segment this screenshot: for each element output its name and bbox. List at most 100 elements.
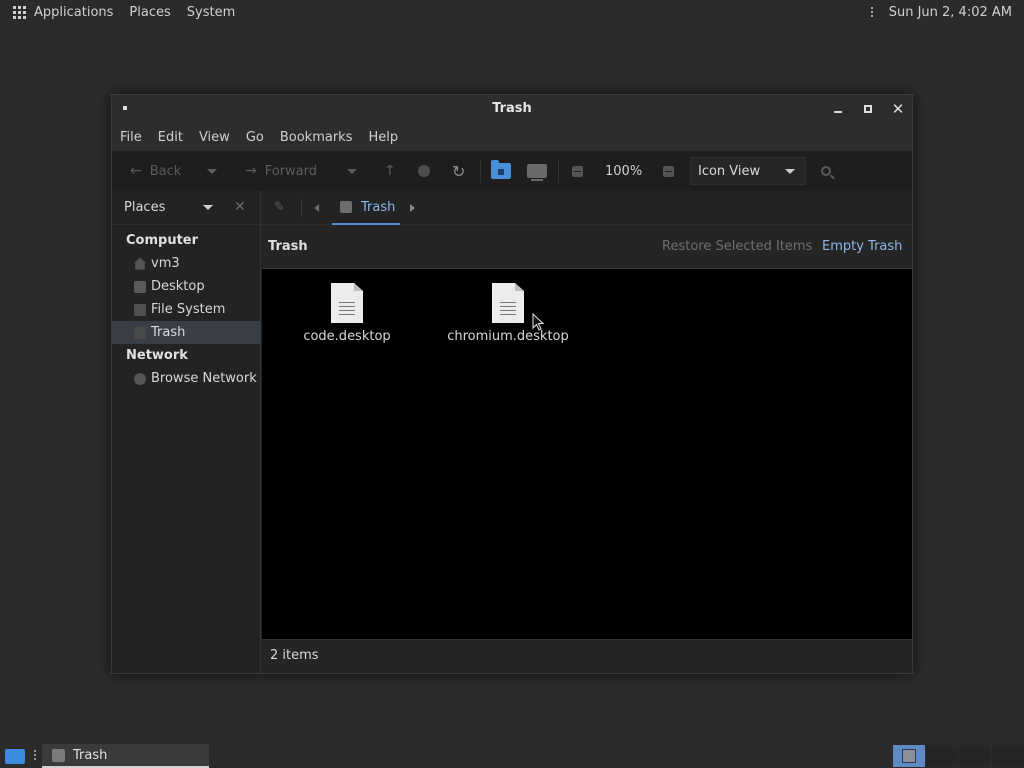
maximize-button[interactable] [858,99,878,119]
show-desktop-button[interactable] [5,749,25,764]
home-folder-icon [491,160,511,179]
menu-edit[interactable]: Edit [158,130,183,145]
text-file-icon [492,283,524,323]
places-label: Places [124,200,166,215]
minimize-icon [834,111,842,113]
system-menu[interactable]: System [187,5,235,20]
forward-button[interactable]: → Forward [245,151,317,191]
sidebar-item-trash[interactable]: Trash [112,321,260,344]
text-file-icon [331,283,363,323]
menu-help[interactable]: Help [368,130,398,145]
stop-icon [418,165,430,177]
chevron-left-icon[interactable] [314,204,319,212]
item-count: 2 items [270,648,319,663]
pencil-icon[interactable]: ✎ [274,200,288,215]
clock[interactable]: Sun Jun 2, 4:02 AM [889,5,1012,20]
back-button[interactable]: ← Back [130,151,181,191]
taskbar-handle-icon[interactable] [34,750,36,760]
home-button[interactable] [491,151,511,191]
chevron-down-icon [785,169,795,174]
pathbar: ✎ Trash [262,191,912,225]
status-bar: 2 items [262,639,912,671]
forward-label: Forward [264,163,318,179]
chevron-right-icon[interactable] [410,204,415,212]
restore-selected-button[interactable]: Restore Selected Items [662,239,812,254]
menu-bookmarks[interactable]: Bookmarks [280,130,353,145]
app-grid-icon [13,5,26,19]
zoom-level: 100% [605,163,643,179]
file-item[interactable]: chromium.desktop [443,283,573,344]
file-manager-window: Trash ✕ File Edit View Go Bookmarks Help… [111,94,913,674]
close-icon: ✕ [891,100,905,118]
breadcrumb-trash[interactable]: Trash [332,191,400,225]
computer-button[interactable] [527,151,547,191]
breadcrumb-label: Trash [361,199,396,215]
applications-menu[interactable]: Applications [13,5,129,20]
view-mode-value: Icon View [698,163,761,179]
zoom-in-button[interactable] [663,151,674,191]
minimize-button[interactable] [828,99,848,119]
menu-view[interactable]: View [199,130,230,145]
file-view[interactable]: code.desktop chromium.desktop [262,269,912,641]
menubar: File Edit View Go Bookmarks Help [112,123,912,151]
sidebar-item-label: Trash [151,325,186,340]
sidebar: Places ✕ Computer vm3 Desktop File Syste… [112,191,261,673]
top-panel: Applications Places System Sun Jun 2, 4:… [0,0,1024,24]
view-mode-select[interactable]: Icon View [690,157,806,185]
window-body: Places ✕ Computer vm3 Desktop File Syste… [112,191,912,673]
network-icon [134,372,146,385]
menu-file[interactable]: File [120,130,142,145]
workspace-window-thumb [902,749,916,763]
close-sidebar-icon[interactable]: ✕ [234,199,246,215]
up-button[interactable]: ↑ [384,151,396,191]
chevron-down-icon [347,168,357,174]
sidebar-item-vm3[interactable]: vm3 [112,252,260,275]
stop-button[interactable] [418,151,430,191]
sidebar-item-label: vm3 [151,256,180,271]
sidebar-item-file-system[interactable]: File System [112,298,260,321]
sidebar-item-browse-network[interactable]: Browse Network [112,367,260,390]
sidebar-heading-computer: Computer [126,233,199,248]
trash-bar-title: Trash [268,239,308,254]
forward-arrow-icon: → [245,163,257,179]
main-pane: ✎ Trash Trash Restore Selected Items Emp… [262,191,912,673]
trash-icon [134,326,146,339]
back-history-dropdown[interactable] [207,151,217,191]
zoom-out-button[interactable] [572,151,583,191]
file-name: chromium.desktop [447,329,569,344]
sidebar-item-label: Browse Network [151,371,257,386]
drive-icon [134,303,146,316]
taskbar-window-button[interactable]: Trash [42,744,209,768]
pathbar-divider [301,199,302,217]
close-button[interactable]: ✕ [888,99,908,119]
sidebar-item-label: Desktop [151,279,205,294]
window-titlebar[interactable]: Trash ✕ [112,95,912,123]
search-icon [821,166,831,176]
toolbar-divider [558,159,559,183]
sidebar-places-selector[interactable]: Places ✕ [112,191,260,225]
search-button[interactable] [821,151,831,191]
menu-go[interactable]: Go [246,130,264,145]
trash-info-bar: Trash Restore Selected Items Empty Trash [262,225,912,269]
back-arrow-icon: ← [130,163,142,179]
trash-icon [340,201,352,213]
up-arrow-icon: ↑ [384,163,396,179]
places-menu[interactable]: Places [129,5,170,20]
applications-menu-label: Applications [34,4,114,20]
file-item[interactable]: code.desktop [282,283,412,344]
toolbar: ← Back → Forward ↑ ↻ 100% Icon View [112,151,912,191]
toolbar-divider [480,159,481,183]
sidebar-item-desktop[interactable]: Desktop [112,275,260,298]
computer-icon [527,164,547,181]
zoom-in-icon [663,165,674,177]
workspace-4[interactable] [992,745,1024,767]
file-name: code.desktop [303,329,391,344]
reload-icon: ↻ [452,161,466,181]
empty-trash-button[interactable]: Empty Trash [822,239,902,254]
workspace-2[interactable] [926,745,958,767]
reload-button[interactable]: ↻ [452,151,465,191]
forward-history-dropdown[interactable] [347,151,357,191]
panel-handle-icon[interactable] [870,7,873,17]
workspace-1[interactable] [893,745,925,767]
workspace-3[interactable] [959,745,991,767]
